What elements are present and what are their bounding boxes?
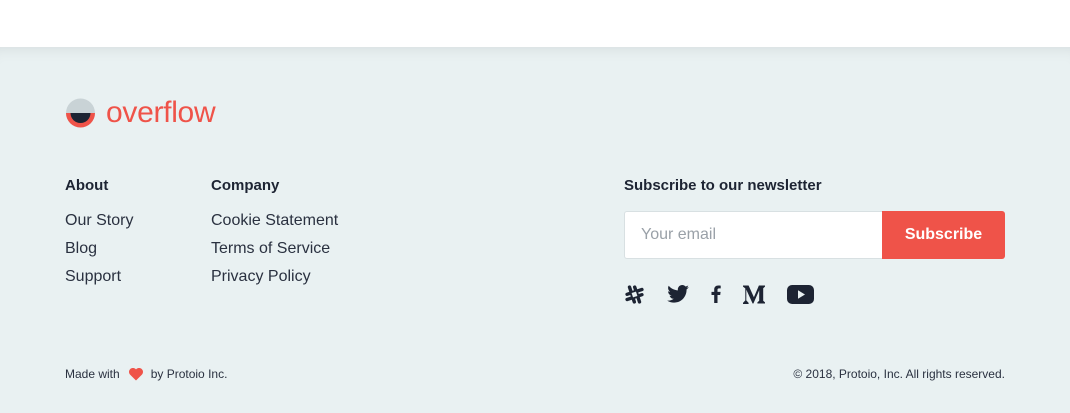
newsletter-form: Subscribe <box>624 211 1005 259</box>
top-bar <box>0 0 1070 47</box>
company-column: Company Cookie Statement Terms of Servic… <box>211 177 338 291</box>
brand-logo[interactable]: overflow <box>65 96 216 129</box>
footer-link-blog[interactable]: Blog <box>65 235 133 263</box>
twitter-icon[interactable] <box>667 284 689 304</box>
footer-link-terms-of-service[interactable]: Terms of Service <box>211 235 338 263</box>
youtube-icon[interactable] <box>787 284 814 304</box>
social-links <box>624 284 836 304</box>
made-with-credit: Made with by Protoio Inc. <box>65 367 227 381</box>
copyright-text: © 2018, Protoio, Inc. All rights reserve… <box>793 367 1005 381</box>
slack-icon[interactable] <box>624 284 645 304</box>
newsletter-section: Subscribe to our newsletter Subscribe <box>624 177 1005 259</box>
footer-link-cookie-statement[interactable]: Cookie Statement <box>211 207 338 235</box>
footer-link-support[interactable]: Support <box>65 263 133 291</box>
about-column: About Our Story Blog Support <box>65 177 133 291</box>
about-column-title: About <box>65 177 109 194</box>
email-input[interactable] <box>624 211 882 259</box>
footer-link-privacy-policy[interactable]: Privacy Policy <box>211 263 338 291</box>
heart-icon <box>128 367 143 381</box>
medium-icon[interactable] <box>743 284 765 304</box>
subscribe-button[interactable]: Subscribe <box>882 211 1005 259</box>
brand-name: overflow <box>106 96 216 129</box>
made-with-prefix: Made with <box>65 367 120 381</box>
footer-link-our-story[interactable]: Our Story <box>65 207 133 235</box>
company-column-title: Company <box>211 177 280 194</box>
newsletter-title: Subscribe to our newsletter <box>624 177 822 194</box>
overflow-logo-icon <box>66 98 95 128</box>
made-with-suffix: by Protoio Inc. <box>150 367 228 381</box>
facebook-icon[interactable] <box>711 284 721 304</box>
site-footer: overflow About Our Story Blog Support Co… <box>0 47 1070 413</box>
